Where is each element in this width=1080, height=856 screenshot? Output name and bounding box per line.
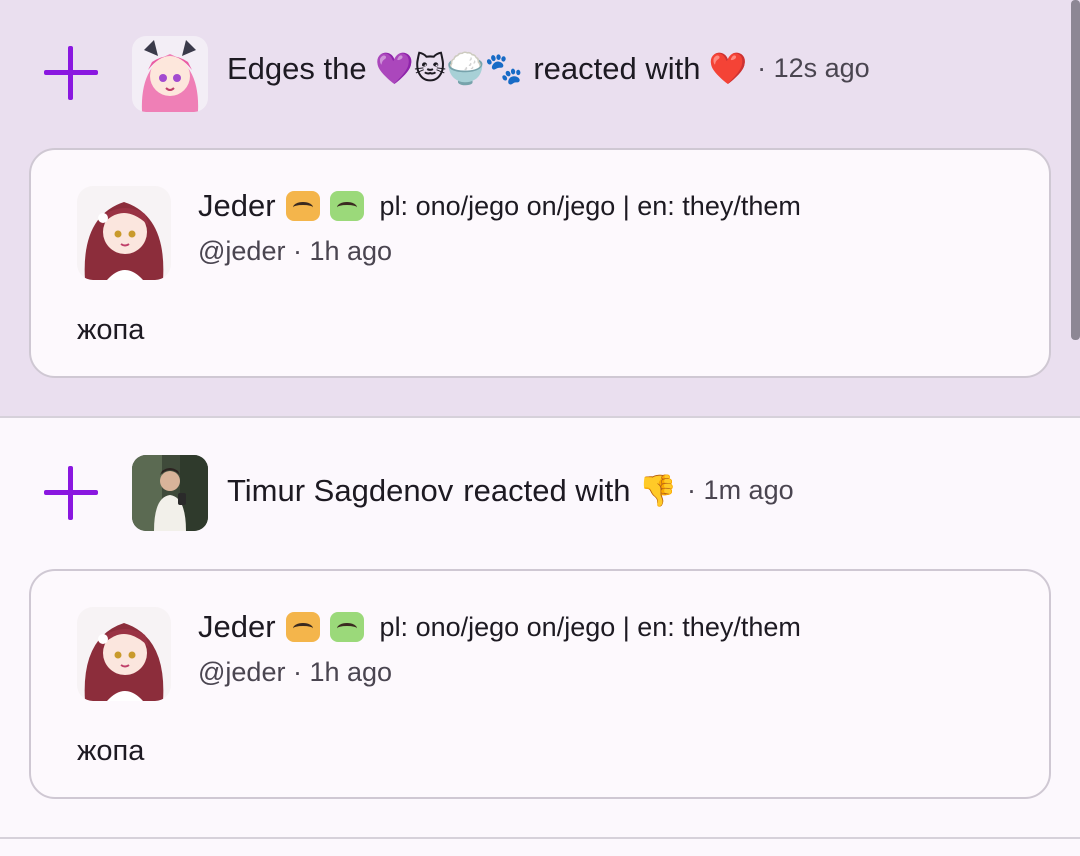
author-name[interactable]: Jeder bbox=[198, 188, 276, 224]
post-time: 1h ago bbox=[309, 657, 393, 687]
cat-emoji-icon bbox=[329, 612, 364, 642]
author-handle[interactable]: @jeder bbox=[198, 657, 285, 687]
pronouns: pl: ono/jego on/jego | en: they/them bbox=[379, 190, 801, 221]
cat-emoji-icon bbox=[329, 191, 364, 221]
reaction-emoji: ❤️ bbox=[708, 51, 748, 86]
reaction-summary: Timur Sagdenov reacted with 👎 · 1m ago bbox=[227, 472, 794, 509]
plus-icon bbox=[44, 46, 98, 100]
notification-item[interactable]: Edges the 💜🐱🍚🐾 reacted with ❤️ · 12s ago… bbox=[0, 0, 1080, 418]
list-end bbox=[0, 839, 1080, 856]
post-text: жопа bbox=[77, 735, 145, 767]
author-name[interactable]: Jeder bbox=[198, 609, 276, 645]
cat-emoji-icon bbox=[285, 191, 320, 221]
notification-time: 12s ago bbox=[773, 53, 870, 83]
pronouns: pl: ono/jego on/jego | en: they/them bbox=[379, 611, 801, 642]
handle-line: @jeder · 1h ago bbox=[198, 236, 393, 266]
scrollbar[interactable] bbox=[1071, 0, 1080, 340]
reaction-label: reacted with bbox=[463, 472, 631, 508]
post-text: жопа bbox=[77, 314, 145, 346]
notification-time: 1m ago bbox=[703, 475, 794, 505]
reactor-name[interactable]: Timur Sagdenov bbox=[227, 473, 453, 509]
reaction-label: reacted with bbox=[533, 50, 701, 86]
avatar[interactable] bbox=[77, 607, 171, 701]
author-line: Jeder pl: ono/jego on/jego | en: they/th… bbox=[198, 609, 801, 645]
author-line: Jeder pl: ono/jego on/jego | en: they/th… bbox=[198, 188, 801, 224]
reaction-summary: Edges the 💜🐱🍚🐾 reacted with ❤️ · 12s ago bbox=[227, 50, 870, 87]
avatar[interactable] bbox=[132, 36, 208, 112]
post-card[interactable]: Jeder pl: ono/jego on/jego | en: they/th… bbox=[29, 148, 1051, 378]
reaction-emoji: 👎 bbox=[638, 473, 678, 508]
cat-emoji-icon bbox=[285, 612, 320, 642]
avatar[interactable] bbox=[77, 186, 171, 280]
author-handle[interactable]: @jeder bbox=[198, 236, 285, 266]
avatar[interactable] bbox=[132, 455, 208, 531]
notification-item[interactable]: Timur Sagdenov reacted with 👎 · 1m ago J… bbox=[0, 418, 1080, 839]
post-time: 1h ago bbox=[309, 236, 393, 266]
handle-line: @jeder · 1h ago bbox=[198, 657, 393, 687]
post-card[interactable]: Jeder pl: ono/jego on/jego | en: they/th… bbox=[29, 569, 1051, 799]
plus-icon bbox=[44, 466, 98, 520]
reactor-name[interactable]: Edges the 💜🐱🍚🐾 bbox=[227, 50, 523, 87]
